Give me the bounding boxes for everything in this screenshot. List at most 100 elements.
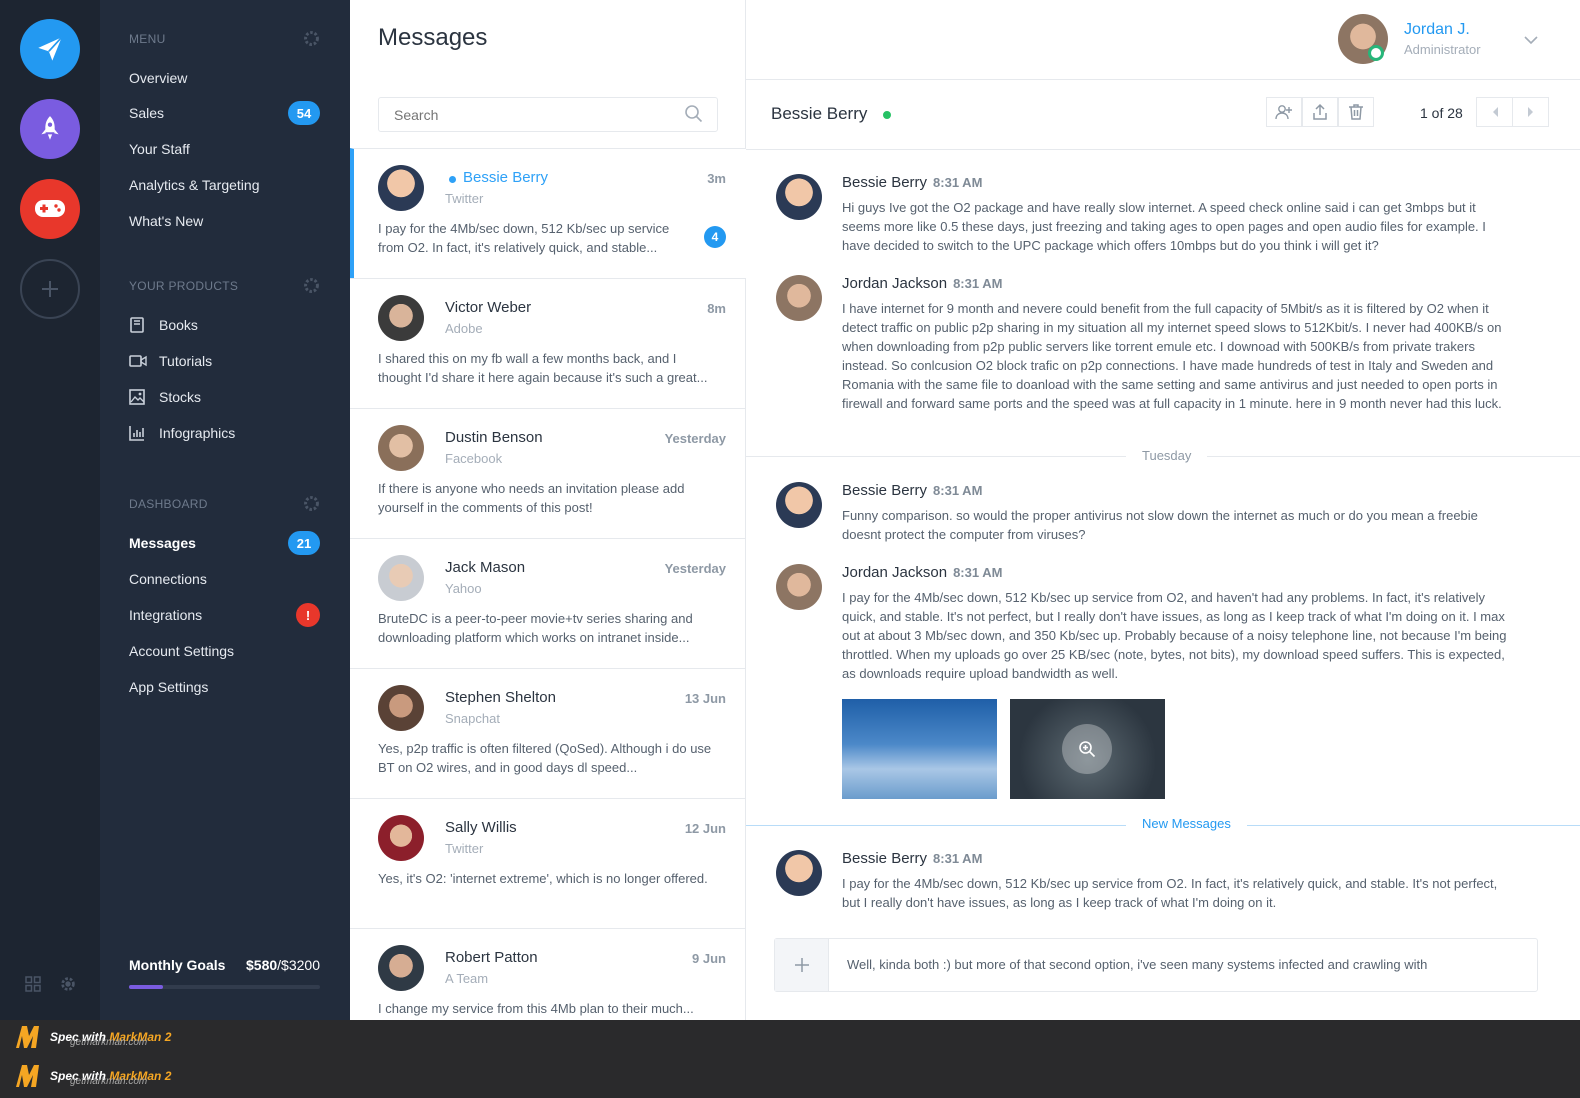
- next-button[interactable]: [1512, 97, 1549, 127]
- message-author: Bessie Berry: [842, 850, 928, 867]
- conversation-source: Snapchat: [445, 711, 500, 726]
- conversation-source: Yahoo: [445, 581, 482, 596]
- grid-icon[interactable]: [25, 976, 41, 992]
- image-attachment-mountain[interactable]: [1010, 699, 1165, 799]
- products-section-header: YOUR PRODUCTS: [129, 277, 320, 294]
- send-app-button[interactable]: [20, 19, 80, 79]
- nav-item-label: What's New: [129, 213, 204, 229]
- nav-item-label: Stocks: [159, 389, 202, 405]
- message-author: Bessie Berry: [842, 174, 928, 191]
- message-author-row: Jordan Jackson 8:31 AM: [842, 275, 1002, 292]
- rocket-app-button[interactable]: [20, 99, 80, 159]
- user-name[interactable]: Jordan J.: [1404, 21, 1470, 39]
- avatar: [378, 945, 424, 991]
- message-text: I pay for the 4Mb/sec down, 512 Kb/sec u…: [842, 590, 1507, 681]
- message: Jordan Jackson 8:31 AM I have internet fo…: [776, 275, 1536, 435]
- book-icon: [130, 317, 144, 333]
- nav-item-app-settings[interactable]: App Settings: [129, 675, 320, 699]
- search-icon[interactable]: [684, 104, 704, 124]
- conversation-time: Yesterday: [664, 561, 726, 576]
- game-app-button[interactable]: [20, 179, 80, 239]
- side-navigation: MENU Overview Sales 54 Your Staff Analyti…: [100, 0, 350, 1020]
- avatar: [776, 275, 822, 321]
- conversation-snippet: BruteDC is a peer-to-peer movie+tv serie…: [378, 611, 693, 645]
- sales-count-badge: 54: [288, 101, 320, 125]
- conversation-snippet: Yes, it's O2: 'internet extreme', which …: [378, 871, 708, 886]
- nav-item-messages[interactable]: Messages 21: [129, 531, 320, 555]
- menu-header-label: MENU: [129, 31, 166, 46]
- menu-settings-gear-icon[interactable]: [303, 30, 320, 47]
- previous-button[interactable]: [1476, 97, 1513, 127]
- image-icon: [129, 389, 145, 405]
- conversation-time: 8m: [707, 301, 726, 316]
- conversation-source: Twitter: [445, 191, 484, 206]
- nav-item-books[interactable]: Books: [129, 313, 320, 337]
- delete-button[interactable]: [1338, 97, 1374, 127]
- conversation-name: Bessie Berry: [463, 169, 549, 186]
- nav-item-overview[interactable]: Overview: [129, 66, 320, 90]
- top-header: Jordan J. Administrator: [746, 0, 1580, 80]
- products-settings-gear-icon[interactable]: [303, 277, 320, 294]
- brand-url: getmarkman.com: [70, 1037, 148, 1048]
- goals-row: Monthly Goals $580/$3200: [129, 957, 320, 973]
- conversation-time: 9 Jun: [692, 951, 726, 966]
- nav-item-label: Books: [159, 317, 198, 333]
- conversation-item[interactable]: Dustin Benson Facebook Yesterday If ther…: [350, 408, 746, 538]
- composer-input-text[interactable]: Well, kinda both :) but more of that sec…: [847, 957, 1427, 972]
- conversation-item[interactable]: Victor Weber Adobe 8m I shared this on m…: [350, 278, 746, 408]
- zoom-in-icon: [1079, 741, 1096, 758]
- nav-item-connections[interactable]: Connections: [129, 567, 320, 591]
- nav-item-whats-new[interactable]: What's New: [129, 209, 320, 233]
- nav-item-label: Account Settings: [129, 643, 235, 659]
- conversation-time: Yesterday: [664, 431, 726, 446]
- conversation-source: Twitter: [445, 841, 484, 856]
- nav-item-label: Integrations: [129, 607, 203, 623]
- conversation-name: Stephen Shelton: [445, 689, 556, 706]
- avatar: [378, 295, 424, 341]
- conversation-snippet: If there is anyone who needs an invitati…: [378, 481, 685, 515]
- search-input[interactable]: [378, 97, 718, 132]
- conversation-panel: Bessie Berry 1 of 28 Bessie Berry 8:31 AM…: [746, 80, 1580, 1020]
- conversation-snippet: I shared this on my fb wall a few months…: [378, 351, 708, 385]
- conversation-item[interactable]: Jack Mason Yahoo Yesterday BruteDC is a …: [350, 538, 746, 668]
- nav-item-your-staff[interactable]: Your Staff: [129, 137, 320, 161]
- nav-item-tutorials[interactable]: Tutorials: [129, 349, 320, 373]
- message-time: 8:31 AM: [933, 175, 983, 190]
- nav-item-stocks[interactable]: Stocks: [129, 385, 320, 409]
- zoom-button[interactable]: [1062, 724, 1112, 774]
- message-composer[interactable]: Well, kinda both :) but more of that sec…: [774, 938, 1538, 992]
- gamepad-icon: [35, 200, 65, 217]
- plus-icon: [794, 958, 809, 972]
- nav-item-analytics[interactable]: Analytics & Targeting: [129, 173, 320, 197]
- conversation-list-panel: Messages Bessie Berry Twitter 3m I pay f…: [350, 0, 746, 1020]
- nav-item-label: Tutorials: [159, 353, 213, 369]
- nav-item-sales[interactable]: Sales 54: [129, 101, 320, 125]
- day-divider-label: Tuesday: [1126, 448, 1208, 463]
- goals-current: $580: [246, 957, 278, 973]
- gear-icon[interactable]: [59, 975, 77, 993]
- attach-button[interactable]: [775, 939, 829, 991]
- message: Bessie Berry 8:31 AM Funny comparison. so…: [776, 482, 1536, 552]
- dashboard-section-header: DASHBOARD: [129, 495, 320, 512]
- unread-dot: [449, 176, 456, 183]
- chevron-down-icon[interactable]: [1524, 36, 1538, 45]
- share-button[interactable]: [1302, 97, 1338, 127]
- nav-item-account-settings[interactable]: Account Settings: [129, 639, 320, 663]
- upload-icon: [1313, 103, 1327, 120]
- nav-item-label: Sales: [129, 105, 165, 121]
- dashboard-settings-gear-icon[interactable]: [303, 495, 320, 512]
- conversation-item[interactable]: Stephen Shelton Snapchat 13 Jun Yes, p2p…: [350, 668, 746, 798]
- avatar: [776, 850, 822, 896]
- nav-item-infographics[interactable]: Infographics: [129, 421, 320, 445]
- markman-brand: Spec with MarkMan 2 getmarkman.com: [14, 1024, 171, 1050]
- contact-online-dot: [883, 111, 891, 119]
- message-author-row: Bessie Berry 8:31 AM: [842, 850, 982, 867]
- conversation-item[interactable]: Sally Willis Twitter 12 Jun Yes, it's O2…: [350, 798, 746, 928]
- conversation-item[interactable]: Robert Patton A Team 9 Jun I change my s…: [350, 928, 746, 1020]
- add-app-button[interactable]: [20, 259, 80, 319]
- nav-item-integrations[interactable]: Integrations!: [129, 603, 320, 627]
- image-attachment-sky[interactable]: [842, 699, 997, 799]
- conversation-item-active[interactable]: Bessie Berry Twitter 3m I pay for the 4M…: [350, 148, 746, 278]
- avatar: [776, 174, 822, 220]
- add-user-button[interactable]: [1266, 97, 1302, 127]
